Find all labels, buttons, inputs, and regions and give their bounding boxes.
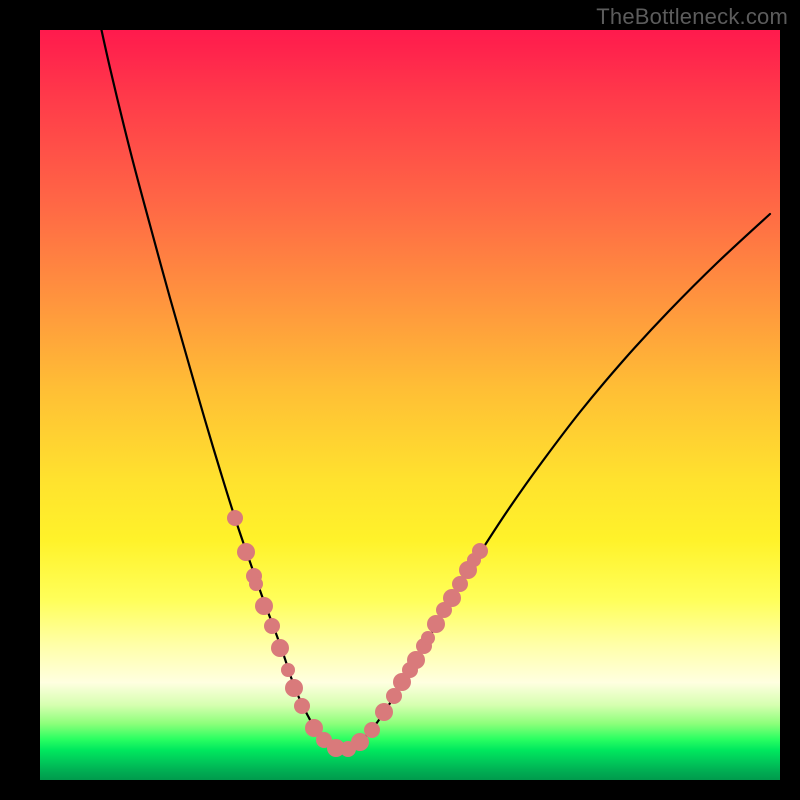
marker-dot <box>237 543 255 561</box>
marker-dot <box>249 577 263 591</box>
marker-dot <box>285 679 303 697</box>
marker-dot <box>364 722 380 738</box>
chart-stage: TheBottleneck.com <box>0 0 800 800</box>
marker-dot <box>271 639 289 657</box>
marker-dot <box>255 597 273 615</box>
curve-markers <box>227 510 488 757</box>
marker-dot <box>421 631 435 645</box>
curve-svg <box>40 30 780 780</box>
marker-dot <box>351 733 369 751</box>
marker-dot <box>294 698 310 714</box>
marker-dot <box>264 618 280 634</box>
marker-dot <box>472 543 488 559</box>
marker-dot <box>375 703 393 721</box>
watermark-text: TheBottleneck.com <box>596 4 788 30</box>
marker-dot <box>227 510 243 526</box>
plot-area <box>40 30 780 780</box>
marker-dot <box>281 663 295 677</box>
